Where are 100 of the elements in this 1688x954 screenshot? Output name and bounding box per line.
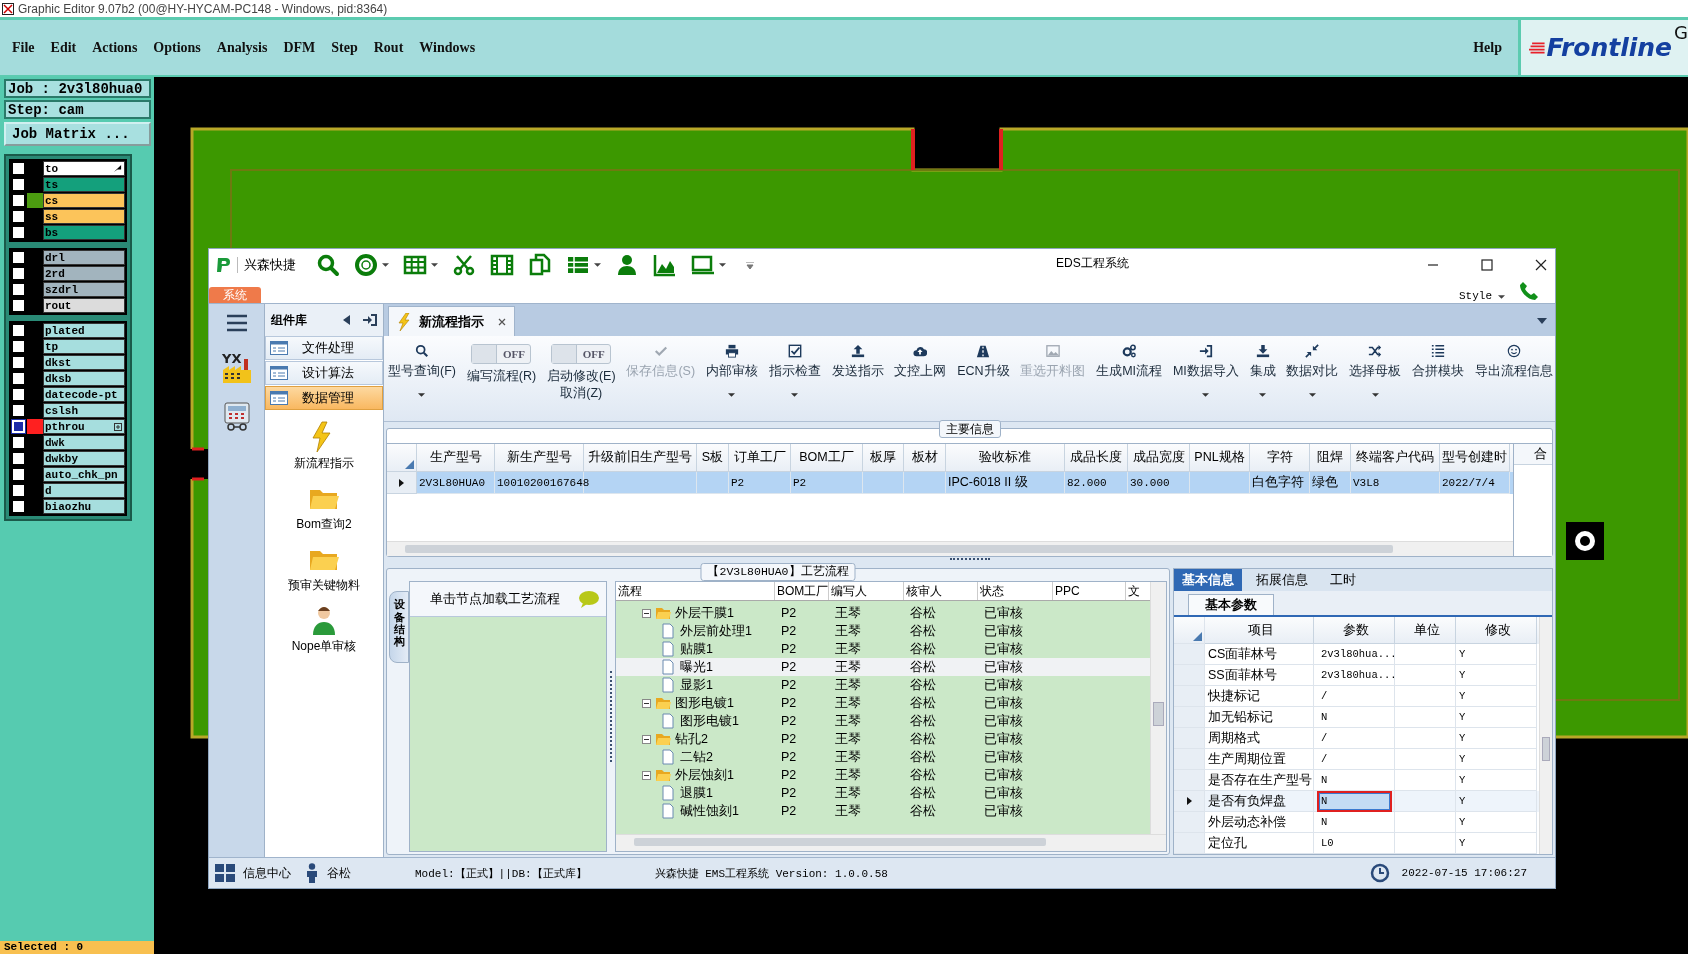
- sort-corner-icon[interactable]: [1193, 632, 1202, 642]
- column-header[interactable]: 单位: [1395, 617, 1456, 645]
- table-row[interactable]: SS面菲林号 2v3l80hua... Y: [1174, 665, 1539, 687]
- sort-corner-icon[interactable]: [405, 460, 414, 470]
- menu-icon[interactable]: [225, 314, 248, 333]
- ribbon-button[interactable]: 指示检查: [768, 344, 821, 422]
- layer-name[interactable]: ts: [43, 177, 125, 192]
- table-row[interactable]: 加无铅标记 N Y: [1174, 707, 1539, 729]
- library-group[interactable]: 数据管理: [265, 386, 383, 411]
- column-header[interactable]: 项目: [1205, 617, 1314, 645]
- style-menu[interactable]: Style: [1459, 290, 1492, 303]
- dropdown-caret-icon[interactable]: [1371, 393, 1379, 398]
- library-item[interactable]: Nope单审核: [291, 638, 357, 656]
- ribbon-button[interactable]: ECN升级: [957, 344, 1010, 422]
- column-header[interactable]: BOM工厂: [777, 582, 829, 600]
- dropdown-caret-icon[interactable]: [728, 393, 736, 398]
- dropdown-caret-icon[interactable]: [382, 263, 389, 268]
- sign-in-icon[interactable]: [363, 314, 377, 327]
- layer-checkbox[interactable]: [12, 210, 25, 223]
- layer-checkbox[interactable]: [12, 283, 25, 296]
- collapse-icon[interactable]: [642, 698, 651, 708]
- layer-checkbox[interactable]: [12, 267, 25, 280]
- layer-name[interactable]: dkst: [43, 355, 125, 370]
- layer-name[interactable]: 2rd: [43, 266, 125, 281]
- close-icon[interactable]: [498, 317, 506, 326]
- ribbon-button[interactable]: 集成: [1249, 344, 1276, 422]
- table-row[interactable]: 2V3L80HUA0 10010200167648 P2 P2 IPC-6018 II 级 82.000 30.000 白色字符 绿色 V3L8 2022/7/4: [387, 472, 1513, 495]
- column-header[interactable]: 合: [1514, 444, 1552, 466]
- tab[interactable]: 拓展信息: [1248, 569, 1316, 592]
- dropdown-caret-icon[interactable]: [1259, 393, 1267, 398]
- layer-name[interactable]: to: [43, 161, 125, 176]
- layer-checkbox[interactable]: [12, 436, 25, 449]
- ribbon-button[interactable]: 文控上网: [894, 344, 947, 422]
- layer-checkbox[interactable]: [12, 468, 25, 481]
- layer-name[interactable]: ss: [43, 209, 125, 224]
- menu-item[interactable]: Analysis: [216, 39, 268, 56]
- ribbon-button[interactable]: 内部审核: [705, 344, 758, 422]
- menu-item[interactable]: DFM: [283, 39, 316, 56]
- library-group[interactable]: 设计算法: [265, 361, 383, 386]
- scissors-icon[interactable]: [452, 253, 476, 278]
- library-item[interactable]: 预审关键物料: [288, 577, 360, 595]
- column-header[interactable]: 编写人: [831, 582, 867, 600]
- library-item[interactable]: 新流程指示: [294, 455, 354, 473]
- menu-item[interactable]: Actions: [92, 39, 138, 56]
- tree-row[interactable]: 退膜1 P2 王琴 谷松 已审核: [616, 784, 1150, 803]
- table-row[interactable]: 生产周期位置 / Y: [1174, 749, 1539, 771]
- layer-name[interactable]: biaozhu: [43, 499, 125, 514]
- layer-name[interactable]: auto_chk_pn: [43, 467, 125, 482]
- table-row[interactable]: 是否有负焊盘 N Y: [1174, 791, 1539, 813]
- dropdown-caret-icon[interactable]: [791, 393, 799, 398]
- column-header[interactable]: 流程: [618, 582, 642, 600]
- collapse-icon[interactable]: [642, 734, 651, 744]
- menu-item[interactable]: Options: [153, 39, 201, 56]
- ribbon-button[interactable]: 型号查询(F): [388, 344, 456, 422]
- tree-row[interactable]: 图形电镀1 P2 王琴 谷松 已审核: [616, 712, 1150, 731]
- job-matrix-button[interactable]: Job Matrix ...: [4, 122, 151, 146]
- table-row[interactable]: 周期格式 / Y: [1174, 728, 1539, 750]
- ribbon-button[interactable]: 发送指示: [831, 344, 884, 422]
- collapse-icon[interactable]: [642, 608, 651, 618]
- tree-row[interactable]: 贴膜1 P2 王琴 谷松 已审核: [616, 640, 1150, 659]
- splitter-grip[interactable]: [949, 558, 990, 561]
- user-icon[interactable]: [615, 253, 639, 278]
- layer-name[interactable]: szdrl: [43, 282, 125, 297]
- toggle-switch[interactable]: OFF: [471, 344, 532, 365]
- area-chart-icon[interactable]: [653, 253, 677, 278]
- layer-name[interactable]: rout: [43, 298, 125, 313]
- search-icon[interactable]: [316, 253, 340, 278]
- column-header[interactable]: 状态: [980, 582, 1004, 600]
- collapse-icon[interactable]: [642, 770, 651, 780]
- layer-checkbox[interactable]: [12, 356, 25, 369]
- horizontal-scrollbar[interactable]: [387, 541, 1513, 557]
- input-field[interactable]: N: [1317, 790, 1392, 812]
- info-center-link[interactable]: 信息中心: [243, 864, 291, 882]
- menu-item[interactable]: Rout: [373, 39, 404, 56]
- layer-checkbox[interactable]: [12, 251, 25, 264]
- help-menu[interactable]: Help: [1473, 39, 1502, 56]
- layer-name[interactable]: datecode-pt: [43, 387, 125, 402]
- layer-checkbox[interactable]: [12, 404, 25, 417]
- tab[interactable]: 基本参数: [1188, 594, 1274, 616]
- ribbon-button[interactable]: 生成MI流程: [1096, 344, 1163, 422]
- tab-list-caret-icon[interactable]: [1537, 318, 1547, 325]
- tree-row[interactable]: 碱性蚀刻1 P2 王琴 谷松 已审核: [616, 802, 1150, 821]
- menu-item[interactable]: File: [12, 39, 35, 56]
- layer-name[interactable]: bs: [43, 225, 125, 240]
- layer-checkbox[interactable]: [12, 299, 25, 312]
- layer-checkbox[interactable]: [12, 194, 25, 207]
- layer-checkbox[interactable]: [12, 162, 25, 175]
- column-header[interactable]: 参数: [1314, 617, 1395, 645]
- column-header[interactable]: 核审人: [906, 582, 942, 600]
- dropdown-caret-icon[interactable]: [719, 263, 726, 268]
- tree-row[interactable]: 图形电镀1 P2 王琴 谷松 已审核: [616, 694, 1150, 713]
- film-icon[interactable]: [490, 253, 514, 278]
- tree-row[interactable]: 显影1 P2 王琴 谷松 已审核: [616, 676, 1150, 695]
- dropdown-caret-icon[interactable]: [1308, 393, 1316, 398]
- tree-row[interactable]: 曝光1 P2 王琴 谷松 已审核: [616, 658, 1150, 677]
- document-tab[interactable]: 新流程指示: [388, 306, 515, 337]
- tab[interactable]: 基本信息: [1174, 569, 1242, 592]
- ribbon-button[interactable]: 合拼模块: [1412, 344, 1465, 422]
- layer-checkbox[interactable]: [12, 178, 25, 191]
- table-row[interactable]: 定位孔 L0 Y: [1174, 833, 1539, 855]
